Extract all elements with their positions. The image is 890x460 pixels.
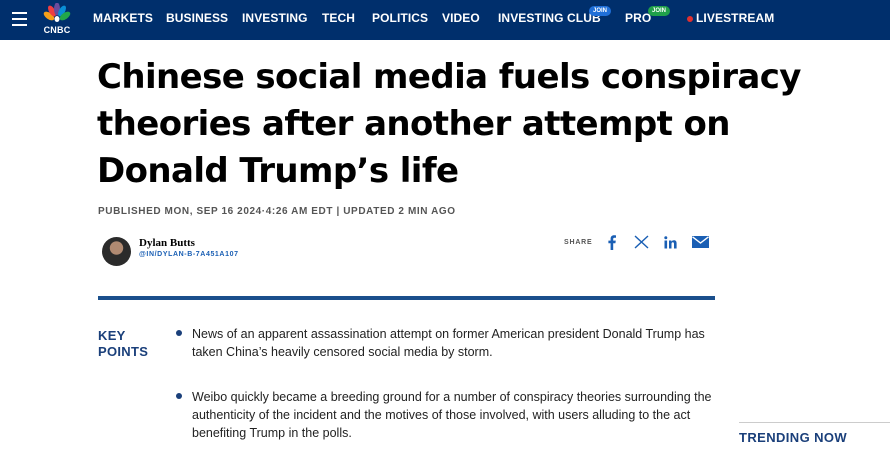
- nav-item-investing[interactable]: INVESTING: [242, 11, 308, 25]
- nav-item-business[interactable]: BUSINESS: [166, 11, 228, 25]
- key-point-item: Weibo quickly became a breeding ground f…: [192, 390, 712, 440]
- nav-item-video[interactable]: VIDEO: [442, 11, 480, 25]
- bullet-icon: [176, 393, 182, 399]
- section-divider: [98, 296, 715, 300]
- investing-club-join-badge[interactable]: JOIN: [589, 6, 612, 16]
- article-headline: Chinese social media fuels conspiracy th…: [97, 54, 887, 195]
- author-avatar[interactable]: [102, 237, 131, 266]
- nav-item-politics[interactable]: POLITICS: [372, 11, 428, 25]
- key-points-label-line: KEY: [98, 328, 126, 343]
- facebook-icon[interactable]: [606, 234, 618, 250]
- key-point-item: News of an apparent assassination attemp…: [192, 327, 705, 359]
- share-label: SHARE: [564, 239, 593, 246]
- headline-line: Donald Trump’s life: [97, 151, 459, 191]
- x-icon[interactable]: [633, 234, 649, 250]
- logo-wordmark: CNBC: [43, 25, 71, 35]
- top-nav-bar: CNBC MARKETS BUSINESS INVESTING TECH POL…: [0, 0, 890, 40]
- headline-line: theories after another attempt on: [97, 104, 730, 144]
- headline-line: Chinese social media fuels conspiracy: [97, 57, 801, 97]
- published-timestamp: PUBLISHED MON, SEP 16 2024·4:26 AM EDT |…: [98, 206, 456, 217]
- peacock-icon: [43, 3, 71, 22]
- linkedin-icon[interactable]: [663, 234, 677, 250]
- nav-item-pro[interactable]: PRO: [625, 11, 651, 25]
- hamburger-menu-icon[interactable]: [12, 12, 27, 26]
- author-linkedin-handle[interactable]: @IN/DYLAN-B-7A451A107: [139, 251, 239, 258]
- email-icon[interactable]: [691, 234, 709, 250]
- pro-join-badge[interactable]: JOIN: [648, 6, 671, 16]
- key-points-label-line: POINTS: [98, 344, 149, 359]
- trending-now-heading: TRENDING NOW: [739, 422, 890, 445]
- cnbc-logo[interactable]: CNBC: [40, 3, 74, 37]
- author-name[interactable]: Dylan Butts: [139, 237, 195, 249]
- nav-item-tech[interactable]: TECH: [322, 11, 355, 25]
- nav-item-livestream[interactable]: LIVESTREAM: [696, 11, 774, 25]
- key-points-label: KEY POINTS: [98, 328, 148, 360]
- nav-item-investing-club[interactable]: INVESTING CLUB: [498, 11, 601, 25]
- nav-item-markets[interactable]: MARKETS: [93, 11, 153, 25]
- bullet-icon: [176, 330, 182, 336]
- live-dot-icon: [687, 16, 693, 22]
